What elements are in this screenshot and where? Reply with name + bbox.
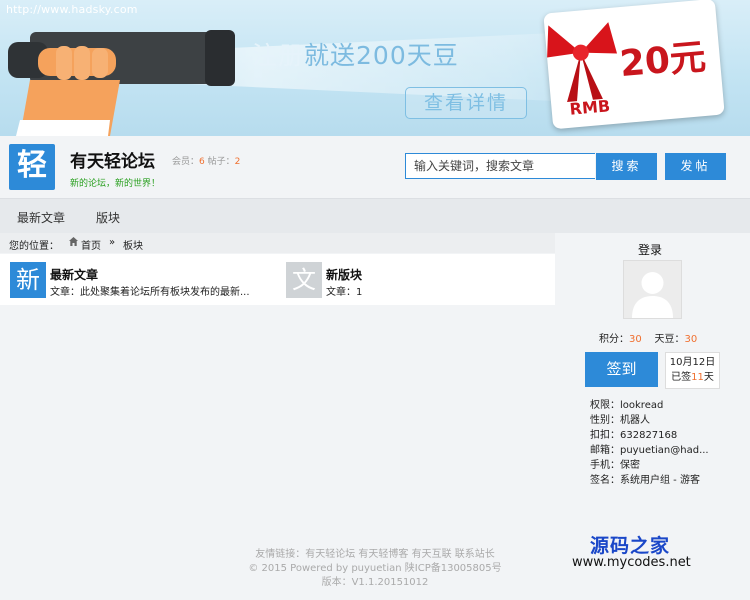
info-signature: 签名：系统用户组 - 游客: [590, 475, 700, 486]
banner-url: http://www.hadsky.com: [6, 3, 138, 16]
voucher-card: 20元 RMB: [543, 0, 725, 130]
sign-status-box: 10月12日 已签11天: [665, 352, 720, 389]
breadcrumb-home-link[interactable]: 首页: [81, 237, 101, 252]
flashlight-hand-icon: [8, 30, 235, 136]
login-link[interactable]: 登录: [638, 241, 662, 258]
sign-date: 10月12日: [669, 357, 716, 368]
info-email: 邮箱：puyuetian@had...: [590, 445, 709, 456]
points-value: 30: [629, 334, 642, 345]
user-info-list: 权限：lookread 性别：机器人 扣扣：632827168 邮箱：puyue…: [590, 398, 709, 488]
info-qq: 扣扣：632827168: [590, 430, 678, 441]
promo-text: 注册就送200天豆: [252, 41, 459, 70]
watermark-name: 源码之家: [590, 535, 671, 557]
site-logo[interactable]: 轻: [9, 144, 55, 190]
site-header: 轻 有天轻论坛 会员：6 帖子：2 新的论坛，新的世界！ 搜索 发帖: [0, 136, 750, 198]
voucher-value: 20元: [618, 36, 708, 86]
breadcrumb-separator: »: [109, 237, 116, 248]
search-button[interactable]: 搜索: [596, 153, 657, 180]
view-details-button[interactable]: 查看详情: [405, 87, 527, 119]
beans-value: 30: [684, 334, 698, 345]
signed-days: 已签11天: [671, 372, 714, 383]
site-slogan: 新的论坛，新的世界！: [70, 179, 161, 189]
avatar[interactable]: [623, 260, 682, 319]
board-desc-latest: 文章：此处聚集着论坛所有板块发布的最新...: [50, 287, 250, 298]
site-stats: 会员：6 帖子：2: [172, 157, 241, 167]
info-permission: 权限：lookread: [590, 400, 664, 411]
main-nav: 最新文章 版块: [0, 198, 750, 234]
new-post-button[interactable]: 发帖: [665, 153, 726, 180]
points-row: 积分：30 天豆：30: [599, 334, 698, 345]
nav-item-latest-articles[interactable]: 最新文章: [17, 209, 65, 226]
board-name-latest[interactable]: 最新文章: [50, 266, 98, 283]
info-phone: 手机：保密: [590, 460, 640, 471]
search-input[interactable]: [405, 153, 595, 179]
sign-in-button[interactable]: 签到: [585, 352, 658, 387]
site-title[interactable]: 有天轻论坛: [70, 147, 155, 172]
ribbon-bow-icon: [547, 22, 618, 102]
board-name-new[interactable]: 新版块: [326, 266, 362, 283]
breadcrumb: 您的位置： 首页 » 板块: [0, 233, 555, 253]
board-icon-new[interactable]: 文: [286, 262, 322, 298]
posts-count: 2: [234, 157, 241, 167]
board-desc-new: 文章：1: [326, 287, 363, 298]
members-count: 6: [199, 157, 205, 167]
promo-banner[interactable]: http://www.hadsky.com 注册就送200天豆 查看详情 20元…: [0, 0, 750, 136]
info-gender: 性别：机器人: [590, 415, 650, 426]
voucher-currency: RMB: [568, 96, 611, 119]
home-icon: [68, 236, 79, 250]
breadcrumb-prefix: 您的位置：: [9, 241, 59, 252]
breadcrumb-current: 板块: [123, 241, 143, 252]
nav-item-boards[interactable]: 版块: [96, 209, 120, 226]
footer-version: 版本：V1.1.20151012: [321, 577, 429, 588]
watermark-url: www.mycodes.net: [572, 555, 691, 570]
default-avatar-icon: [624, 261, 681, 318]
board-icon-latest[interactable]: 新: [10, 262, 46, 298]
board-list: 新 最新文章 文章：此处聚集着论坛所有板块发布的最新... 文 新版块 文章：1: [0, 254, 555, 305]
